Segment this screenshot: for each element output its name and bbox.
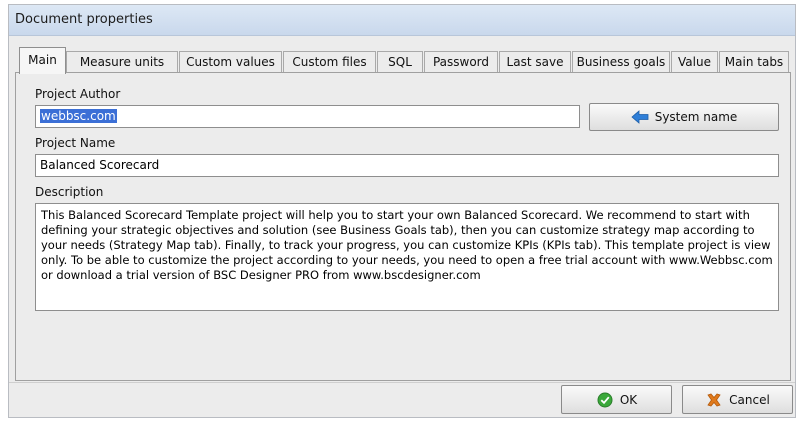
cancel-button[interactable]: Cancel <box>682 385 793 414</box>
document-properties-window: Document properties Main Measure units C… <box>8 4 796 418</box>
project-name-label: Project Name <box>35 136 116 150</box>
tab-measure-units[interactable]: Measure units <box>66 51 178 73</box>
system-name-label: System name <box>654 110 738 124</box>
tab-strip: Main Measure units Custom values Custom … <box>15 47 791 74</box>
footer-separator <box>9 382 795 383</box>
title-bar: Document properties <box>9 5 795 36</box>
project-author-label: Project Author <box>35 87 121 101</box>
description-textarea[interactable]: This Balanced Scorecard Template project… <box>35 203 779 311</box>
system-name-button[interactable]: System name <box>589 103 779 131</box>
window-title: Document properties <box>15 12 153 27</box>
cancel-label: Cancel <box>729 392 770 407</box>
tab-panel-main: Project Author webbsc.com System name Pr… <box>15 72 791 381</box>
tab-last-save[interactable]: Last save <box>499 51 571 73</box>
tab-sql[interactable]: SQL <box>377 51 423 73</box>
ok-button[interactable]: OK <box>561 385 672 414</box>
tab-custom-values[interactable]: Custom values <box>179 51 282 73</box>
ok-label: OK <box>619 392 638 407</box>
tab-value[interactable]: Value <box>671 51 718 73</box>
tab-business-goals[interactable]: Business goals <box>572 51 670 73</box>
tab-custom-files[interactable]: Custom files <box>283 51 376 73</box>
cross-icon <box>705 391 723 409</box>
project-author-input[interactable]: webbsc.com <box>35 105 580 128</box>
tab-password[interactable]: Password <box>424 51 498 73</box>
tab-main[interactable]: Main <box>19 47 66 74</box>
check-circle-icon <box>596 391 614 409</box>
project-name-input[interactable]: Balanced Scorecard <box>35 154 779 177</box>
tab-main-tabs[interactable]: Main tabs <box>719 51 789 73</box>
arrow-left-icon <box>631 108 649 126</box>
project-author-value: webbsc.com <box>40 109 117 123</box>
description-label: Description <box>35 185 104 199</box>
